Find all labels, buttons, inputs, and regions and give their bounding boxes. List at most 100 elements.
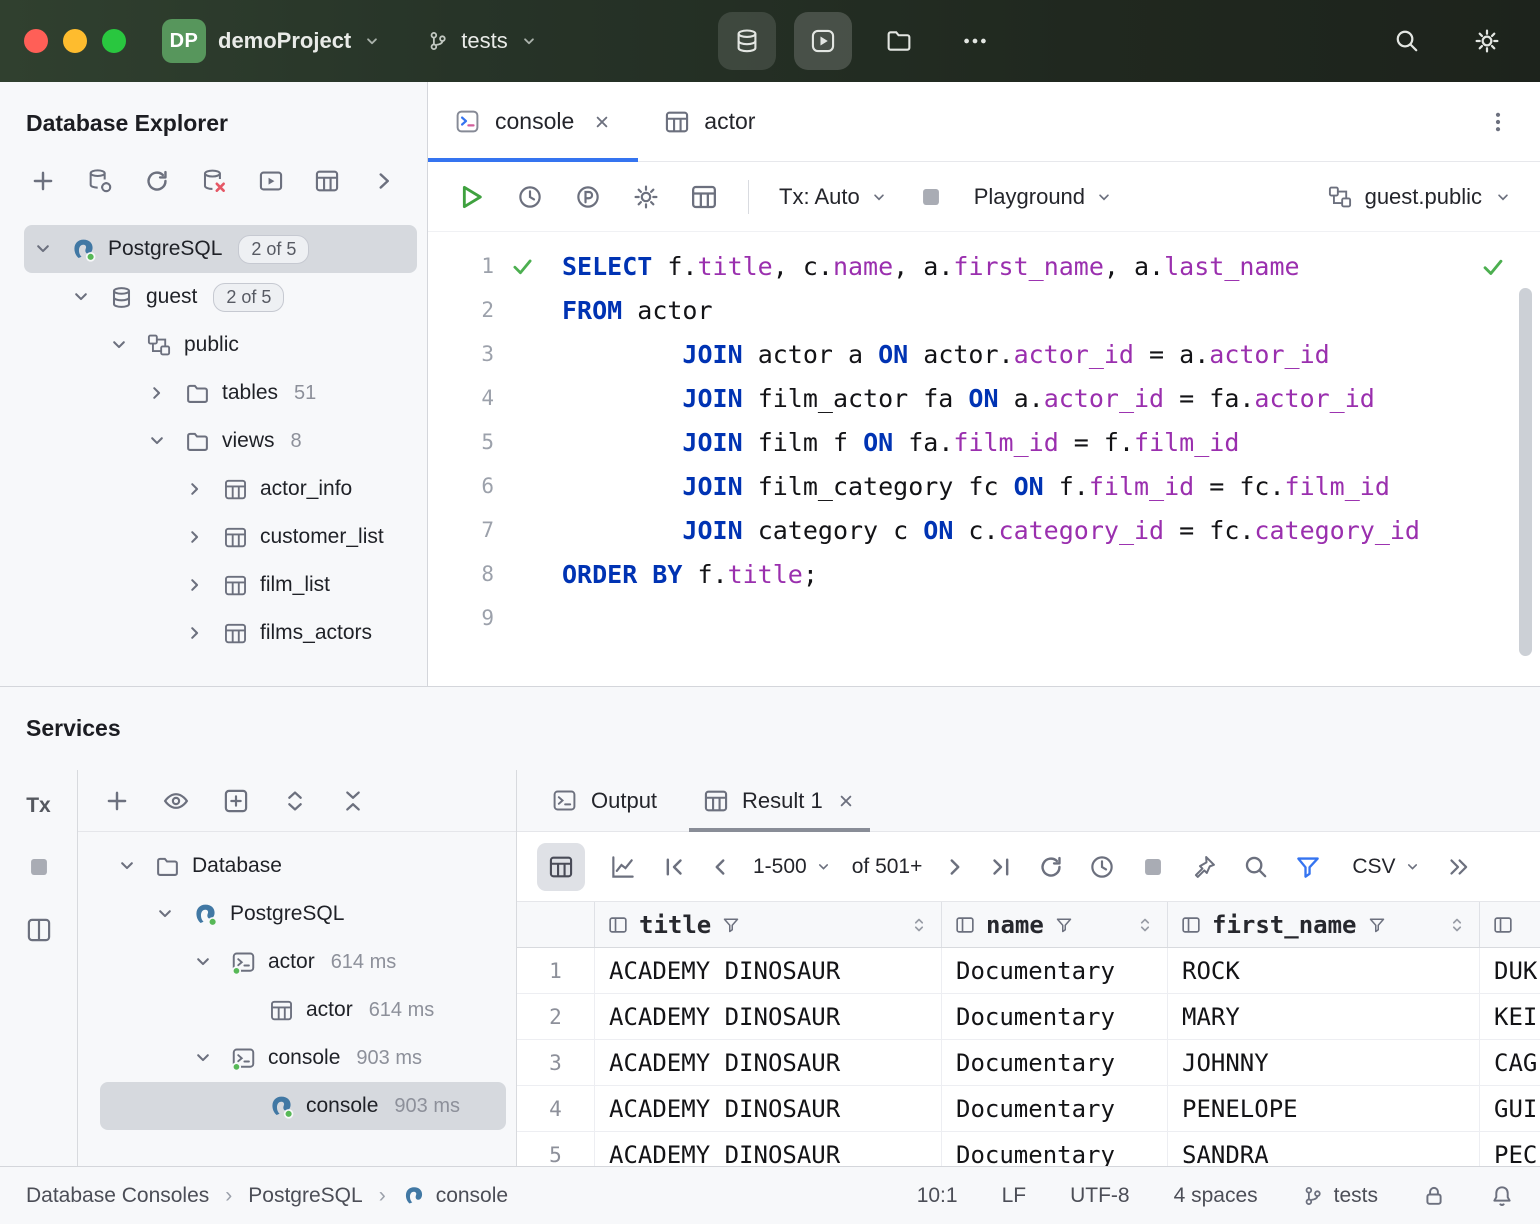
write-protect-button[interactable] [1422,1184,1446,1208]
close-tab-button[interactable] [592,112,612,132]
tab-actor[interactable]: actor [638,82,781,161]
disconnect-button[interactable] [200,167,228,195]
table-cell[interactable]: ACADEMY DINOSAUR [595,1086,942,1131]
table-cell[interactable]: MARY [1168,994,1480,1039]
tree-item-actor[interactable]: actor614 ms [78,986,516,1034]
run-query-button[interactable] [456,182,486,212]
table-cell[interactable]: JOHNNY [1168,1040,1480,1085]
table-cell[interactable]: ROCK [1168,948,1480,993]
add-data-source-button[interactable] [30,168,56,194]
table-cell[interactable]: SANDRA [1168,1132,1480,1166]
chevron-down-icon[interactable] [62,286,100,308]
tree-item-console[interactable]: console903 ms [100,1082,506,1130]
query-history-button[interactable] [516,183,544,211]
editor-options-button[interactable] [1486,82,1540,161]
chevron-right-icon[interactable] [176,526,214,548]
table-row[interactable]: 5ACADEMY DINOSAURDocumentarySANDRAPEC [517,1132,1540,1166]
tree-item-films-actors[interactable]: films_actors [0,609,427,657]
edit-as-table-button[interactable] [690,183,718,211]
table-view-button[interactable] [314,168,340,194]
table-cell[interactable]: ACADEMY DINOSAUR [595,948,942,993]
parameters-button[interactable] [574,183,602,211]
result-grid[interactable]: titlenamefirst_name 1ACADEMY DINOSAURDoc… [517,902,1540,1166]
sql-editor[interactable]: 1SELECT f.title, c.name, a.first_name, a… [428,232,1540,686]
table-cell[interactable]: Documentary [942,1132,1168,1166]
breadcrumb-item[interactable]: console [373,1184,508,1208]
tree-item-actor[interactable]: actor614 ms [78,938,516,986]
table-cell[interactable]: Documentary [942,1040,1168,1085]
show-options-eye-button[interactable] [162,787,190,815]
refresh-button[interactable] [144,168,170,194]
chevron-right-icon[interactable] [138,382,176,404]
sort-column-icon[interactable] [1447,915,1467,935]
tree-item-console[interactable]: console903 ms [78,1034,516,1082]
pin-tab-button[interactable] [1190,853,1218,881]
previous-page-button[interactable] [707,854,733,880]
code-line-8[interactable]: 8ORDER BY f.title; [428,552,1540,596]
project-selector[interactable]: DP demoProject [162,19,381,63]
more-actions-button[interactable] [946,12,1004,70]
breadcrumb-item[interactable]: Database Consoles [26,1184,209,1208]
more-toolbar-chevron-button[interactable] [371,168,397,194]
tree-item-actor-info[interactable]: actor_info [0,465,427,513]
database-tool-button[interactable] [718,12,776,70]
code-line-6[interactable]: 6 JOIN film_category fc ON f.film_id = f… [428,464,1540,508]
project-structure-button[interactable] [870,12,928,70]
tree-item-public[interactable]: public [0,321,427,369]
chevron-down-icon[interactable] [108,855,146,877]
collapse-all-button[interactable] [340,788,366,814]
tree-item-guest[interactable]: guest2 of 5 [0,273,427,321]
next-page-button[interactable] [942,854,968,880]
find-in-grid-button[interactable] [1242,853,1270,881]
chevron-down-icon[interactable] [184,1047,222,1069]
table-cell[interactable]: KEI [1480,994,1540,1039]
tree-item-database[interactable]: Database [78,842,516,890]
tree-item-customer-list[interactable]: customer_list [0,513,427,561]
code-line-9[interactable]: 9 [428,596,1540,640]
table-cell[interactable]: Documentary [942,994,1168,1039]
chart-view-button[interactable] [609,853,637,881]
tree-item-postgresql[interactable]: PostgreSQL2 of 5 [24,225,417,273]
close-window-button[interactable] [24,29,48,53]
tree-item-film-list[interactable]: film_list [0,561,427,609]
code-line-7[interactable]: 7 JOIN category c ON c.category_id = fc.… [428,508,1540,552]
indent-widget[interactable]: 4 spaces [1174,1184,1258,1208]
table-cell[interactable]: ACADEMY DINOSAUR [595,1040,942,1085]
search-everywhere-button[interactable] [1378,12,1436,70]
chevron-right-icon[interactable] [176,478,214,500]
first-page-button[interactable] [661,854,687,880]
tx-toggle-button[interactable]: Tx [26,794,51,818]
table-cell[interactable]: ACADEMY DINOSAUR [595,1132,942,1166]
caret-position-widget[interactable]: 10:1 [917,1184,958,1208]
code-line-4[interactable]: 4 JOIN film_actor fa ON a.actor_id = fa.… [428,376,1540,420]
playground-select[interactable]: Playground [974,184,1113,210]
page-range-select[interactable]: 1-500 [753,855,832,879]
table-cell[interactable]: GUI [1480,1086,1540,1131]
filter-column-icon[interactable] [721,915,741,935]
column-header-title[interactable]: title [595,902,942,947]
code-line-5[interactable]: 5 JOIN film f ON fa.film_id = f.film_id [428,420,1540,464]
data-source-properties-button[interactable] [86,167,114,195]
chevron-down-icon[interactable] [138,430,176,452]
filter-column-icon[interactable] [1054,915,1074,935]
chevron-down-icon[interactable] [24,238,62,260]
editor-scrollbar[interactable] [1519,288,1532,656]
stop-button[interactable] [918,184,944,210]
tab-console[interactable]: console [428,82,638,161]
stop-query-button[interactable] [1140,854,1166,880]
sort-column-icon[interactable] [909,915,929,935]
tree-item-postgresql[interactable]: PostgreSQL [78,890,516,938]
expand-all-button[interactable] [282,788,308,814]
open-in-new-tab-button[interactable] [222,787,250,815]
branch-selector[interactable]: tests [427,28,537,54]
table-row[interactable]: 2ACADEMY DINOSAURDocumentaryMARYKEI [517,994,1540,1040]
console-settings-button[interactable] [632,183,660,211]
analysis-ok-icon[interactable] [1480,254,1506,280]
encoding-widget[interactable]: UTF-8 [1070,1184,1130,1208]
tab-result-1[interactable]: Result 1 [683,770,876,831]
last-page-button[interactable] [988,854,1014,880]
more-toolbar-chevrons-button[interactable] [1445,854,1471,880]
code-line-3[interactable]: 3 JOIN actor a ON actor.actor_id = a.act… [428,332,1540,376]
zoom-window-button[interactable] [102,29,126,53]
filter-rows-button[interactable] [1294,853,1322,881]
